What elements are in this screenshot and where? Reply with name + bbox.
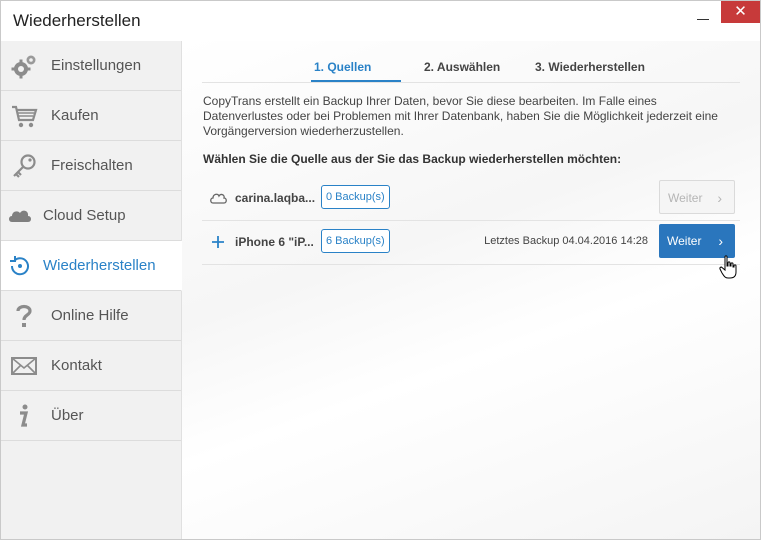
app-window: Wiederherstellen ✕ Einstellungen Kaufen … <box>0 0 761 540</box>
restore-icon <box>5 251 35 281</box>
backup-count-badge[interactable]: 0 Backup(s) <box>321 185 390 209</box>
sidebar-item-label: Wiederherstellen <box>43 257 156 274</box>
tab-auswaehlen[interactable]: 2. Auswählen <box>424 60 500 74</box>
cloud-icon <box>5 201 35 231</box>
tab-wiederherstellen[interactable]: 3. Wiederherstellen <box>535 60 645 74</box>
sidebar-item-label: Online Hilfe <box>51 307 129 324</box>
sidebar-item-ueber[interactable]: Über <box>1 391 181 441</box>
info-icon <box>9 401 39 431</box>
active-step-indicator <box>311 80 401 82</box>
step-tabs: 1. Quellen 2. Auswählen 3. Wiederherstel… <box>202 55 740 83</box>
weiter-button-disabled: Weiter › <box>659 180 735 214</box>
window-title: Wiederherstellen <box>13 11 141 30</box>
source-row[interactable]: iPhone 6 "iP... 6 Backup(s) Letztes Back… <box>202 220 740 265</box>
source-row[interactable]: carina.laqba... 0 Backup(s) Weiter › <box>202 176 740 221</box>
backup-count-badge[interactable]: 6 Backup(s) <box>321 229 390 253</box>
sidebar-item-label: Freischalten <box>51 157 133 174</box>
main-panel: 1. Quellen 2. Auswählen 3. Wiederherstel… <box>182 41 760 539</box>
gear-icon <box>9 51 39 81</box>
chevron-right-icon: › <box>718 233 723 249</box>
source-name: carina.laqba... <box>235 191 316 205</box>
source-prompt: Wählen Sie die Quelle aus der Sie das Ba… <box>203 152 622 166</box>
sidebar-item-freischalten[interactable]: Freischalten <box>1 141 181 191</box>
weiter-label: Weiter <box>668 191 703 205</box>
sidebar-item-kaufen[interactable]: Kaufen <box>1 91 181 141</box>
description-text: CopyTrans erstellt ein Backup Ihrer Date… <box>203 94 718 138</box>
sidebar-item-label: Kontakt <box>51 357 102 374</box>
sidebar-item-online-hilfe[interactable]: Online Hilfe <box>1 291 181 341</box>
sidebar: Einstellungen Kaufen Freischalten Cloud … <box>1 41 182 539</box>
title-bar: Wiederherstellen ✕ <box>1 1 760 41</box>
last-backup-date: Letztes Backup 04.04.2016 14:28 <box>484 235 648 247</box>
cart-icon <box>9 101 39 131</box>
weiter-label: Weiter <box>667 234 702 248</box>
sidebar-item-cloud-setup[interactable]: Cloud Setup <box>1 191 181 241</box>
source-name: iPhone 6 "iP... <box>235 235 314 249</box>
sidebar-item-label: Einstellungen <box>51 57 142 74</box>
weiter-button[interactable]: Weiter › <box>659 224 735 258</box>
sidebar-item-wiederherstellen[interactable]: Wiederherstellen <box>1 241 182 291</box>
plus-icon[interactable] <box>208 232 228 252</box>
chevron-right-icon: › <box>717 190 722 206</box>
cloud-icon <box>208 188 228 208</box>
tab-quellen[interactable]: 1. Quellen <box>314 60 371 74</box>
mail-icon <box>9 351 39 381</box>
question-icon <box>9 301 39 331</box>
sidebar-item-einstellungen[interactable]: Einstellungen <box>1 41 181 91</box>
sidebar-item-label: Kaufen <box>51 107 99 124</box>
sidebar-item-label: Über <box>51 407 84 424</box>
close-button[interactable]: ✕ <box>721 1 760 23</box>
minimize-button[interactable] <box>694 13 716 27</box>
sidebar-item-label: Cloud Setup <box>43 207 126 224</box>
hand-cursor-icon <box>719 255 737 279</box>
key-icon <box>9 151 39 181</box>
sidebar-item-kontakt[interactable]: Kontakt <box>1 341 181 391</box>
